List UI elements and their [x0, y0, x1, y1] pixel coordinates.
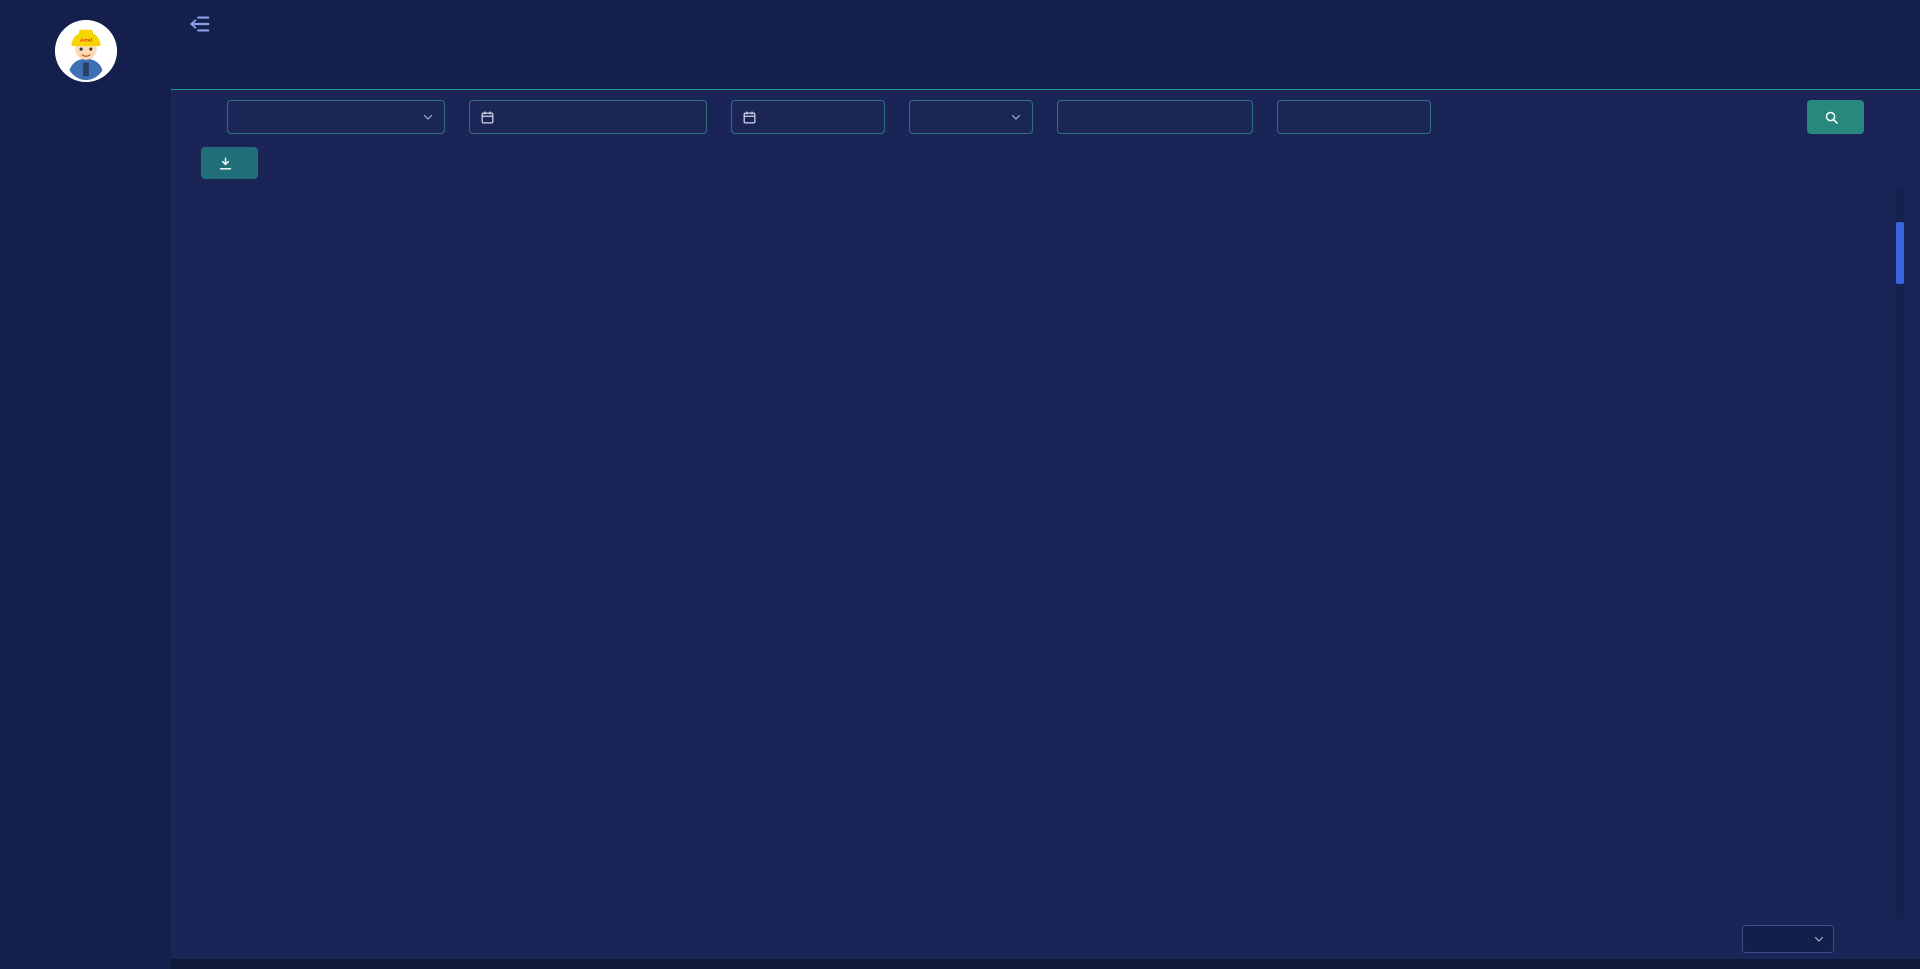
pagination-bar: [187, 919, 1904, 959]
calendar-icon: [742, 110, 757, 125]
open-tabs-bar: [171, 48, 1920, 90]
query-button[interactable]: [1807, 100, 1864, 134]
chevron-down-icon: [1010, 111, 1022, 123]
start-date-input[interactable]: [469, 100, 707, 134]
user-profile: Acrel: [0, 0, 171, 106]
calendar-icon: [480, 110, 495, 125]
bottom-strip: [171, 959, 1920, 969]
avatar[interactable]: Acrel: [55, 20, 117, 82]
end-date-input[interactable]: [731, 100, 885, 134]
meter-name-field: [1057, 100, 1253, 134]
events-table-container: [187, 188, 1904, 919]
sidebar: Acrel: [0, 0, 171, 969]
export-button[interactable]: [201, 147, 258, 179]
toolbar-row: [187, 140, 1904, 188]
vertical-scrollbar[interactable]: [1896, 188, 1904, 919]
main-area: [171, 0, 1920, 969]
collapse-sidebar-icon[interactable]: [189, 13, 211, 35]
page-size-select[interactable]: [1742, 925, 1834, 953]
param-name-field: [1277, 100, 1431, 134]
content-panel: [171, 90, 1920, 969]
chevron-down-icon: [422, 111, 434, 123]
datacenter-select[interactable]: [227, 100, 445, 134]
top-bar: [171, 0, 1920, 48]
meter-name-input[interactable]: [1068, 109, 1242, 125]
sidebar-menu: [0, 114, 171, 969]
svg-text:Acrel: Acrel: [79, 37, 91, 43]
param-name-input[interactable]: [1288, 109, 1420, 125]
chevron-down-icon: [1813, 933, 1825, 945]
scrollbar-thumb[interactable]: [1896, 222, 1904, 284]
app-root: Acrel: [0, 0, 1920, 969]
filter-bar: [187, 90, 1904, 140]
type-select[interactable]: [909, 100, 1033, 134]
